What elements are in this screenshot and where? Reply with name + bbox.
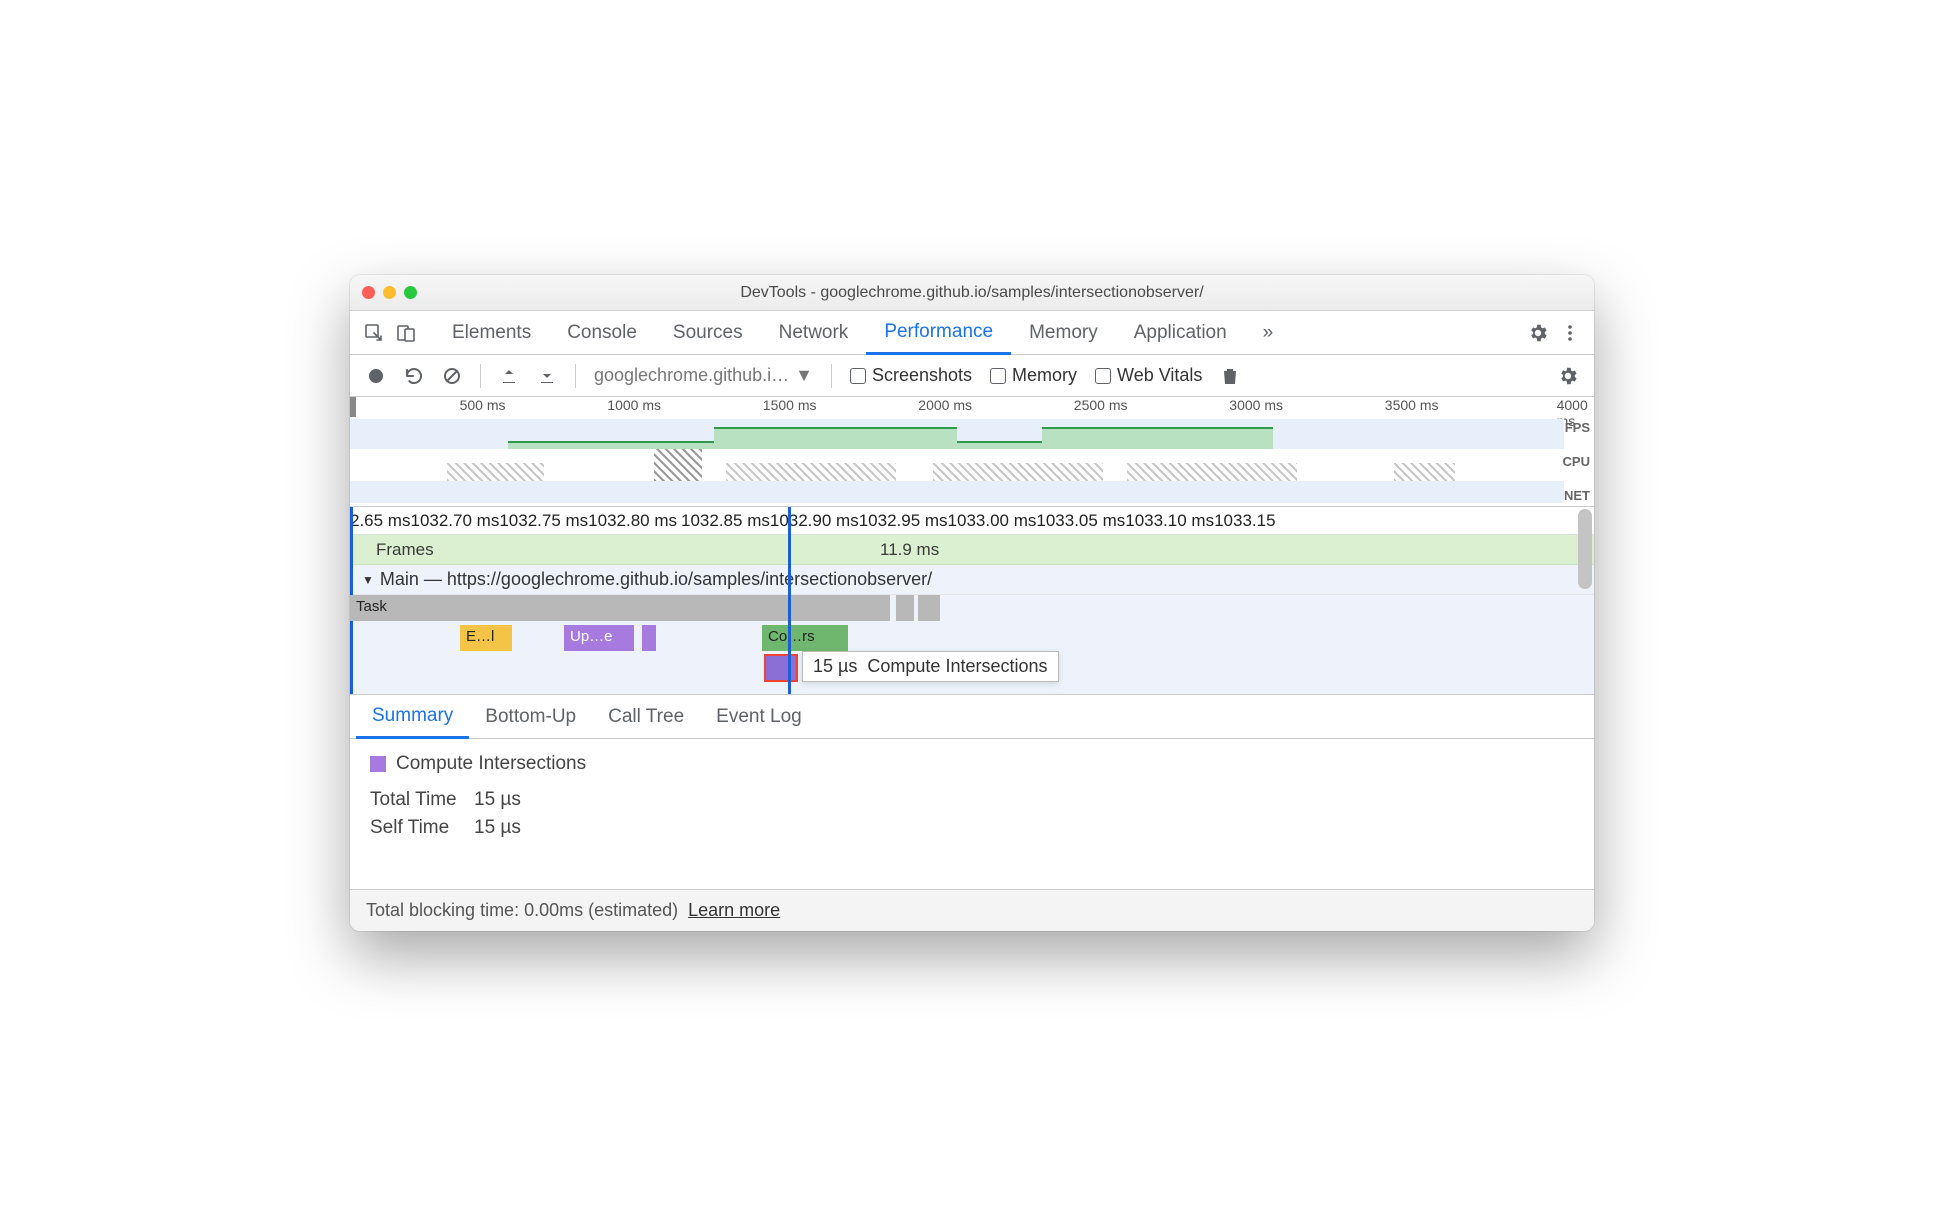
footer: Total blocking time: 0.00ms (estimated) … <box>350 889 1594 931</box>
flame-chart-area[interactable]: 2.65 ms 1032.70 ms 1032.75 ms 1032.80 ms… <box>350 507 1594 695</box>
load-profile-button[interactable] <box>493 360 525 392</box>
checkbox-icon <box>850 368 866 384</box>
record-button[interactable] <box>360 360 392 392</box>
overview-cpu-lane <box>350 449 1564 481</box>
main-track-label: Main — https://googlechrome.github.io/sa… <box>380 569 932 590</box>
self-time-value: 15 µs <box>474 817 521 839</box>
overview-lane-labels: FPS CPU NET <box>1563 421 1590 509</box>
tooltip-name: Compute Intersections <box>867 656 1047 677</box>
checkbox-icon <box>1095 368 1111 384</box>
tab-application[interactable]: Application <box>1116 311 1245 354</box>
tab-event-log[interactable]: Event Log <box>700 695 818 738</box>
overview-ruler: 500 ms 1000 ms 1500 ms 2000 ms 2500 ms 3… <box>350 397 1594 417</box>
total-time-value: 15 µs <box>474 789 521 811</box>
timeline-overview[interactable]: 500 ms 1000 ms 1500 ms 2000 ms 2500 ms 3… <box>350 397 1594 507</box>
tab-console[interactable]: Console <box>549 311 655 354</box>
tab-memory[interactable]: Memory <box>1011 311 1116 354</box>
recording-label: googlechrome.github.i… <box>594 365 789 386</box>
settings-icon[interactable] <box>1522 317 1554 349</box>
inspect-icon[interactable] <box>358 317 390 349</box>
memory-checkbox[interactable]: Memory <box>984 365 1083 386</box>
tab-network[interactable]: Network <box>761 311 867 354</box>
main-track[interactable]: Task E…l Up…e Co…rs 15 µs Compute Inters… <box>350 595 1594 695</box>
tab-call-tree[interactable]: Call Tree <box>592 695 700 738</box>
tabs-overflow[interactable]: » <box>1245 311 1292 354</box>
tab-bottom-up[interactable]: Bottom-Up <box>469 695 592 738</box>
flame-event-task[interactable] <box>918 595 940 621</box>
web-vitals-checkbox[interactable]: Web Vitals <box>1089 365 1208 386</box>
flame-event-selected[interactable] <box>765 655 797 681</box>
details-tabs: Summary Bottom-Up Call Tree Event Log <box>350 695 1594 739</box>
detail-scrollbar[interactable] <box>1578 509 1592 589</box>
frame-duration: 11.9 ms <box>880 540 939 560</box>
flame-event-task[interactable] <box>896 595 914 621</box>
summary-panel: Compute Intersections Total Time 15 µs S… <box>350 739 1594 889</box>
frames-track-label: Frames <box>350 540 434 560</box>
save-profile-button[interactable] <box>531 360 563 392</box>
self-time-label: Self Time <box>370 817 460 839</box>
recording-selector[interactable]: googlechrome.github.i… ▼ <box>588 365 819 386</box>
flame-event[interactable]: Co…rs <box>762 625 848 651</box>
titlebar: DevTools - googlechrome.github.io/sample… <box>350 275 1594 311</box>
main-tabs: Elements Console Sources Network Perform… <box>350 311 1594 355</box>
garbage-collect-button[interactable] <box>1214 360 1246 392</box>
disclosure-triangle-icon: ▼ <box>362 573 374 587</box>
blocking-time-text: Total blocking time: 0.00ms (estimated) <box>366 900 678 921</box>
overview-fps-lane <box>350 419 1564 449</box>
detail-ruler: 2.65 ms 1032.70 ms 1032.75 ms 1032.80 ms… <box>350 507 1594 535</box>
overview-net-lane <box>350 481 1564 503</box>
devtools-window: DevTools - googlechrome.github.io/sample… <box>350 275 1594 931</box>
tab-summary[interactable]: Summary <box>356 696 469 739</box>
learn-more-link[interactable]: Learn more <box>688 900 780 921</box>
tab-sources[interactable]: Sources <box>655 311 761 354</box>
flame-event[interactable] <box>642 625 656 651</box>
total-time-label: Total Time <box>370 789 460 811</box>
screenshots-checkbox[interactable]: Screenshots <box>844 365 978 386</box>
window-title: DevTools - googlechrome.github.io/sample… <box>350 284 1594 302</box>
flame-event[interactable]: E…l <box>460 625 512 651</box>
playhead-marker <box>788 507 791 694</box>
event-color-swatch <box>370 756 386 772</box>
summary-event-name: Compute Intersections <box>396 753 586 775</box>
clear-button[interactable] <box>436 360 468 392</box>
performance-toolbar: googlechrome.github.i… ▼ Screenshots Mem… <box>350 355 1594 397</box>
reload-record-button[interactable] <box>398 360 430 392</box>
checkbox-icon <box>990 368 1006 384</box>
capture-settings-icon[interactable] <box>1552 360 1584 392</box>
main-track-header[interactable]: ▼ Main — https://googlechrome.github.io/… <box>350 565 1594 595</box>
flame-event[interactable]: Up…e <box>564 625 634 651</box>
tooltip-duration: 15 µs <box>813 656 857 677</box>
chevron-down-icon: ▼ <box>795 365 813 386</box>
tab-elements[interactable]: Elements <box>434 311 549 354</box>
flame-tooltip: 15 µs Compute Intersections <box>802 651 1059 682</box>
device-toggle-icon[interactable] <box>390 317 422 349</box>
flame-event-task[interactable]: Task <box>350 595 890 621</box>
more-icon[interactable] <box>1554 317 1586 349</box>
tab-performance[interactable]: Performance <box>866 312 1011 355</box>
frames-track[interactable]: Frames 11.9 ms <box>350 535 1594 565</box>
